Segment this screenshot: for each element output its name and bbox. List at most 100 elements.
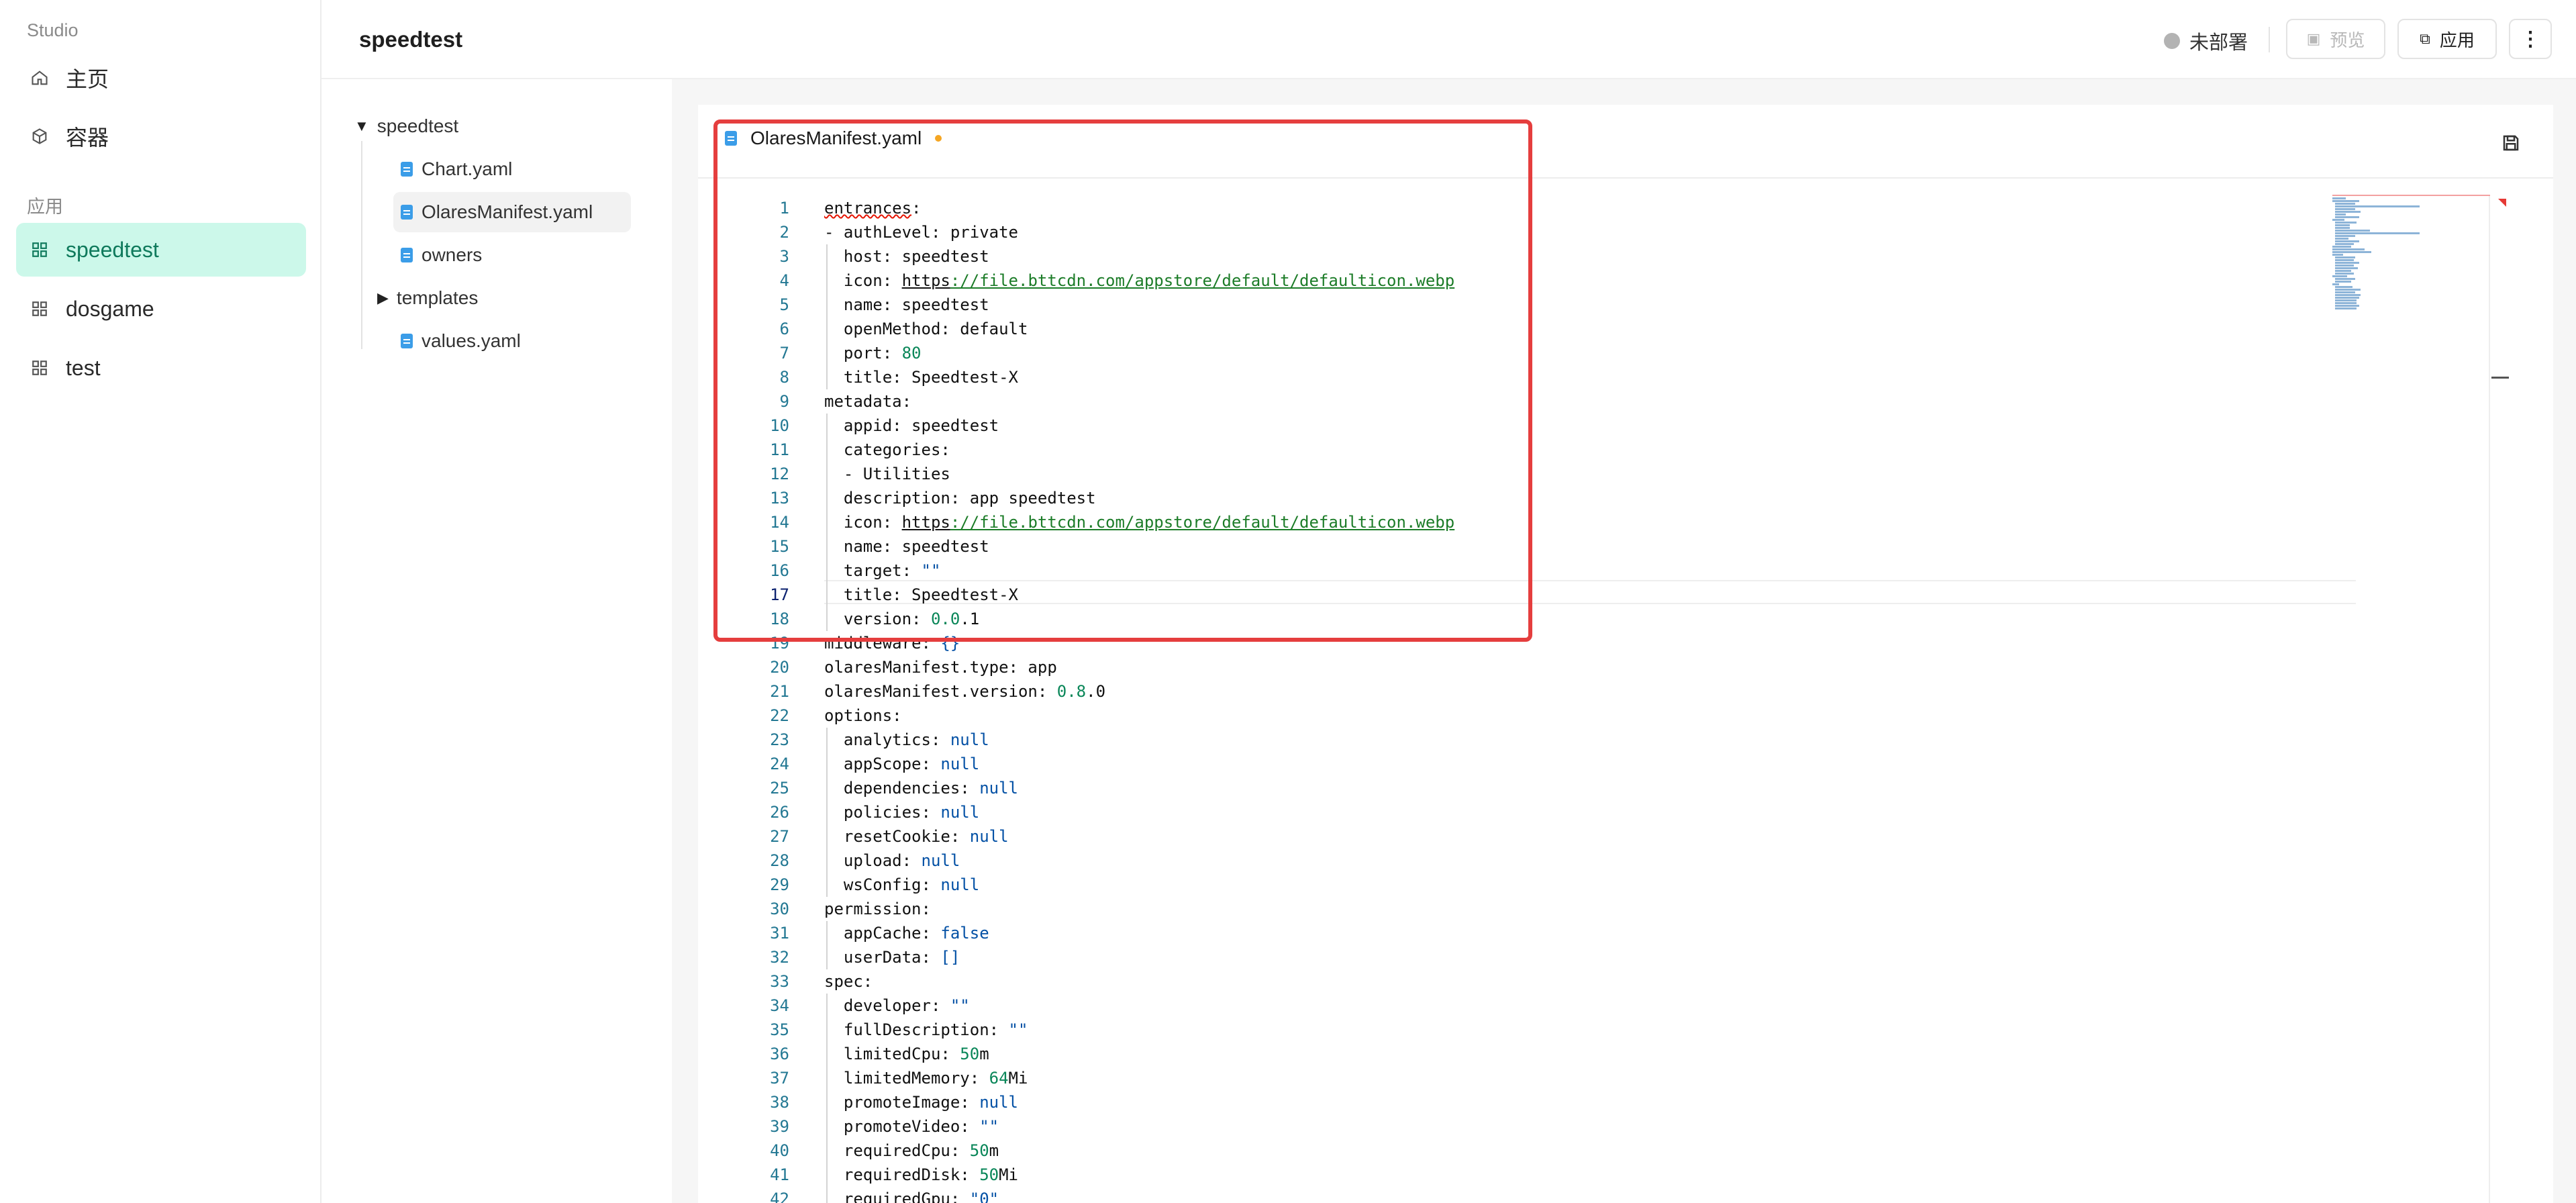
code-line[interactable]: 8 title: Speedtest-X: [698, 365, 2336, 389]
code-text: limitedCpu: 50m: [824, 1045, 989, 1063]
minimap-line: [2335, 294, 2361, 296]
tree-file-chart[interactable]: Chart.yaml: [393, 149, 628, 189]
code-text: dependencies: null: [824, 779, 1018, 798]
code-line[interactable]: 11 categories:: [698, 438, 2336, 462]
code-line[interactable]: 28 upload: null: [698, 849, 2336, 873]
sidebar-item-speedtest[interactable]: speedtest: [16, 223, 306, 277]
code-text: icon: https://file.bttcdn.com/appstore/d…: [824, 271, 1455, 290]
grid-icon: [30, 299, 50, 319]
more-options-button[interactable]: ⋮: [2509, 19, 2552, 59]
sidebar-item-home[interactable]: 主页: [16, 51, 306, 105]
code-line[interactable]: 23 analytics: null: [698, 728, 2336, 752]
indent-guide: [826, 752, 828, 776]
grid-icon: [30, 358, 50, 378]
code-line[interactable]: 26 policies: null: [698, 800, 2336, 824]
minimap-line: [2335, 235, 2355, 237]
code-line[interactable]: 24 appScope: null: [698, 752, 2336, 776]
studio-label: Studio: [27, 20, 79, 40]
save-icon[interactable]: [2501, 133, 2521, 153]
code-line[interactable]: 16 target: "": [698, 559, 2336, 583]
sidebar-item-label: speedtest: [66, 237, 159, 262]
indent-guide: [826, 1018, 828, 1042]
minimap-line: [2335, 205, 2420, 207]
code-line[interactable]: 1 entrances:: [698, 196, 2336, 220]
code-line[interactable]: 20 olaresManifest.type: app: [698, 655, 2336, 679]
indent-guide: [826, 824, 828, 849]
editor-tab-bar: OlaresManifest.yaml: [698, 118, 2553, 179]
line-number: 23: [770, 730, 789, 749]
minimap-line: [2332, 254, 2343, 256]
code-line[interactable]: 32 userData: []: [698, 945, 2336, 969]
tree-folder-templates[interactable]: ▶ templates: [377, 278, 478, 318]
code-line[interactable]: 30 permission:: [698, 897, 2336, 921]
code-line[interactable]: 14 icon: https://file.bttcdn.com/appstor…: [698, 510, 2336, 534]
minimap-line: [2335, 243, 2354, 245]
tree-file-olaresmanifest[interactable]: OlaresManifest.yaml: [393, 192, 631, 232]
code-editor[interactable]: 1 entrances: 2 - authLevel: private 3 host: …: [698, 196, 2356, 1203]
line-number: 13: [770, 489, 789, 508]
code-line[interactable]: 25 dependencies: null: [698, 776, 2336, 800]
code-text: version: 0.0.1: [824, 610, 980, 628]
caret-down-icon: ▼: [354, 117, 369, 134]
code-line[interactable]: 36 limitedCpu: 50m: [698, 1042, 2336, 1066]
code-text: - authLevel: private: [824, 223, 1018, 242]
code-line[interactable]: 33 spec:: [698, 969, 2336, 994]
code-text: options:: [824, 706, 902, 725]
line-number: 15: [770, 537, 789, 556]
tab-olaresmanifest[interactable]: OlaresManifest.yaml: [725, 128, 942, 149]
code-line[interactable]: 42 requiredGpu: "0": [698, 1187, 2336, 1203]
code-line[interactable]: 37 limitedMemory: 64Mi: [698, 1066, 2336, 1090]
code-line[interactable]: 38 promoteImage: null: [698, 1090, 2336, 1114]
code-line[interactable]: 22 options:: [698, 704, 2336, 728]
code-line[interactable]: 4 icon: https://file.bttcdn.com/appstore…: [698, 269, 2336, 293]
sidebar-item-containers[interactable]: 容器: [16, 109, 306, 163]
line-number: 5: [779, 295, 789, 314]
code-line[interactable]: 2 - authLevel: private: [698, 220, 2336, 244]
sidebar-item-test[interactable]: test: [16, 341, 306, 395]
code-line[interactable]: 13 description: app speedtest: [698, 486, 2336, 510]
editor-scrollbar[interactable]: [2489, 196, 2490, 1203]
line-number: 35: [770, 1020, 789, 1039]
code-text: middleware: {}: [824, 634, 960, 653]
code-line[interactable]: 3 host: speedtest: [698, 244, 2336, 269]
code-line[interactable]: 29 wsConfig: null: [698, 873, 2336, 897]
code-line[interactable]: 31 appCache: false: [698, 921, 2336, 945]
code-line[interactable]: 21 olaresManifest.version: 0.8.0: [698, 679, 2336, 704]
code-line[interactable]: 39 promoteVideo: "": [698, 1114, 2336, 1139]
code-line[interactable]: 34 developer: "": [698, 994, 2336, 1018]
code-line[interactable]: 19 middleware: {}: [698, 631, 2336, 655]
code-text: userData: []: [824, 948, 960, 967]
code-line[interactable]: 7 port: 80: [698, 341, 2336, 365]
indent-guide: [826, 607, 828, 631]
code-line[interactable]: 10 appid: speedtest: [698, 414, 2336, 438]
code-line[interactable]: 6 openMethod: default: [698, 317, 2336, 341]
minimap-line: [2335, 289, 2361, 291]
line-number: 22: [770, 706, 789, 725]
code-line[interactable]: 41 requiredDisk: 50Mi: [698, 1163, 2336, 1187]
code-line[interactable]: 40 requiredCpu: 50m: [698, 1139, 2336, 1163]
code-line[interactable]: 12 - Utilities: [698, 462, 2336, 486]
code-text: spec:: [824, 972, 873, 991]
apply-button[interactable]: ⧉ 应用: [2397, 19, 2497, 59]
tree-file-values[interactable]: values.yaml: [393, 321, 628, 361]
code-text: name: speedtest: [824, 537, 989, 556]
line-number: 14: [770, 513, 789, 532]
indent-guide: [826, 269, 828, 293]
code-line[interactable]: 15 name: speedtest: [698, 534, 2336, 559]
line-number: 28: [770, 851, 789, 870]
code-line[interactable]: 27 resetCookie: null: [698, 824, 2336, 849]
code-line[interactable]: 18 version: 0.0.1: [698, 607, 2336, 631]
line-number: 25: [770, 779, 789, 798]
code-line[interactable]: 35 fullDescription: "": [698, 1018, 2336, 1042]
code-line[interactable]: 17 title: Speedtest-X: [698, 583, 2336, 607]
tree-folder-speedtest[interactable]: ▼ speedtest: [354, 106, 458, 146]
tree-file-owners[interactable]: owners: [393, 235, 628, 275]
minimap-line: [2335, 230, 2370, 232]
code-line[interactable]: 5 name: speedtest: [698, 293, 2336, 317]
tree-folder-label: templates: [396, 287, 479, 308]
preview-button[interactable]: ▣ 预览: [2286, 19, 2385, 59]
code-text: requiredCpu: 50m: [824, 1141, 999, 1160]
sidebar-item-dosgame[interactable]: dosgame: [16, 282, 306, 336]
minimap[interactable]: [2332, 196, 2493, 330]
code-line[interactable]: 9 metadata:: [698, 389, 2336, 414]
